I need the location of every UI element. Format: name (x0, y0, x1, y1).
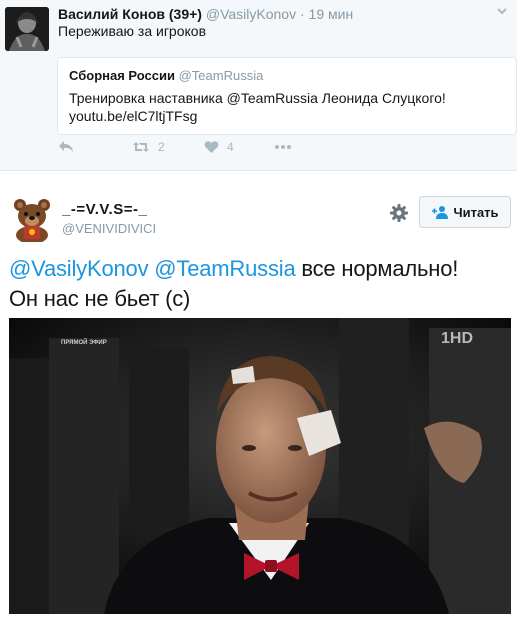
quoted-link[interactable]: youtu.be/elC7ltjTFsg (69, 107, 446, 125)
tweet-text-line-2: Он нас не бьет (с) (9, 286, 191, 311)
gear-icon[interactable] (389, 203, 409, 223)
tweet-header: Василий Конов (39+) @VasilyKonov · 19 ми… (58, 6, 353, 22)
photo-image (9, 318, 511, 614)
avatar-image-icon (5, 7, 49, 51)
separator: · (299, 6, 305, 22)
heart-icon (204, 141, 219, 153)
tweet-text-line-1: @VasilyKonov @TeamRussia все нормально! (9, 254, 514, 284)
more-button[interactable] (274, 140, 292, 154)
reply-icon (59, 141, 73, 152)
avatar[interactable] (9, 196, 55, 244)
tweet-text: @VasilyKonov @TeamRussia все нормально! … (9, 254, 514, 314)
timestamp[interactable]: 19 мин (309, 6, 354, 22)
mention-link[interactable]: @VasilyKonov (9, 256, 149, 281)
like-count: 4 (227, 140, 234, 154)
quoted-handle: @TeamRussia (178, 68, 264, 83)
tweet-text: Переживаю за игроков (58, 23, 207, 39)
retweet-count: 2 (158, 140, 165, 154)
add-user-icon (432, 206, 449, 219)
follow-button[interactable]: Читать (419, 196, 511, 228)
quoted-text: Тренировка наставника @TeamRussia Леонид… (69, 89, 446, 125)
tweet-1[interactable]: Василий Конов (39+) @VasilyKonov · 19 ми… (0, 0, 517, 171)
quoted-text-line-1: Тренировка наставника @TeamRussia Леонид… (69, 90, 446, 106)
follow-label: Читать (453, 204, 499, 220)
channel-badge: 1HD (441, 330, 474, 347)
more-dots-icon (275, 145, 291, 149)
overlay-label: ПРЯМОЙ ЭФИР (61, 340, 107, 346)
handle[interactable]: @VasilyKonov (206, 6, 296, 22)
reply-button[interactable] (58, 140, 74, 154)
retweet-button[interactable]: 2 (132, 140, 165, 154)
avatar[interactable] (5, 7, 49, 51)
chevron-down-icon[interactable] (495, 4, 509, 18)
quoted-tweet[interactable]: Сборная России @TeamRussia Тренировка на… (57, 57, 517, 135)
bear-avatar-icon (9, 196, 55, 244)
display-name[interactable]: _-=V.V.S=-_ (62, 201, 147, 218)
tweet-text-rest: все нормально! (295, 256, 459, 281)
quoted-display-name: Сборная России (69, 68, 175, 83)
tweet-photo[interactable]: ПРЯМОЙ ЭФИР 1HD (9, 318, 511, 614)
like-button[interactable]: 4 (204, 140, 234, 154)
quoted-header: Сборная России @TeamRussia (69, 68, 263, 83)
retweet-icon (133, 142, 149, 152)
display-name[interactable]: Василий Конов (39+) (58, 6, 202, 22)
handle[interactable]: @VENIVIDIVICI (62, 221, 156, 236)
mention-link[interactable]: @TeamRussia (154, 256, 295, 281)
